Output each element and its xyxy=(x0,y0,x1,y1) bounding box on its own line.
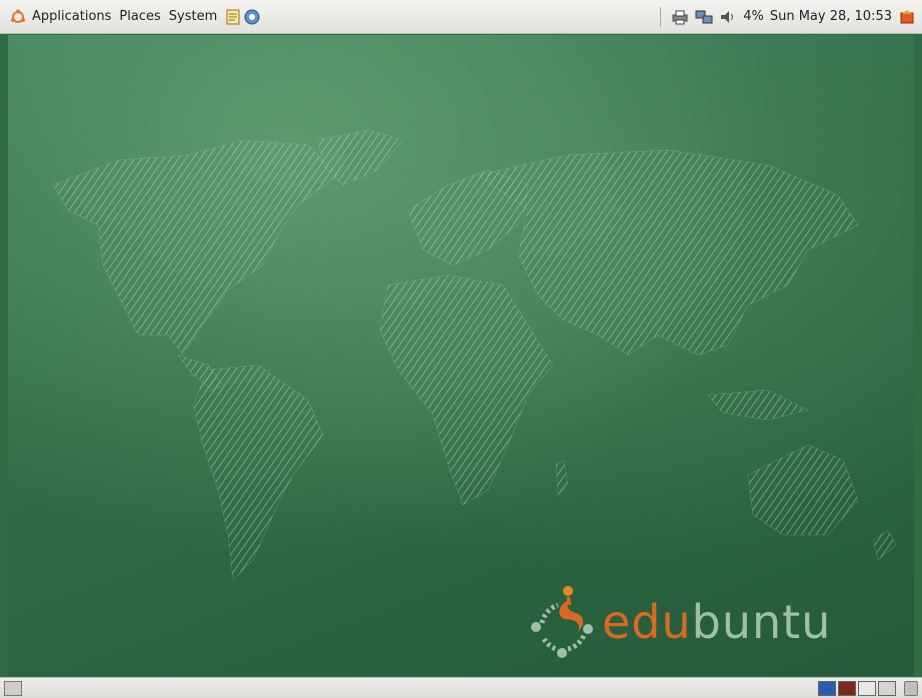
tray-separator xyxy=(660,6,662,27)
edubuntu-logo: edubuntu xyxy=(524,583,831,661)
edubuntu-circle-of-friends-icon xyxy=(531,586,593,658)
logo-text-edu: edu xyxy=(602,595,692,649)
workspace-2[interactable] xyxy=(838,680,856,696)
ubuntu-logo-icon xyxy=(11,9,25,23)
new-zealand-shape xyxy=(872,529,897,561)
madagascar-shape xyxy=(555,459,569,496)
applications-menu[interactable]: Applications xyxy=(32,9,111,24)
text-editor-icon[interactable] xyxy=(225,9,243,25)
workspace-switcher xyxy=(818,680,918,696)
africa-shape xyxy=(379,274,554,506)
bottom-panel xyxy=(0,677,922,698)
volume-icon[interactable] xyxy=(719,9,737,25)
network-icon[interactable] xyxy=(695,9,713,25)
world-map-chalk xyxy=(52,129,897,581)
asia-shape xyxy=(477,149,859,356)
indonesia-shape xyxy=(707,389,809,421)
places-menu[interactable]: Places xyxy=(119,9,160,24)
trash-icon[interactable] xyxy=(904,680,918,696)
logo-text-buntu: buntu xyxy=(691,595,832,649)
workspace-3[interactable] xyxy=(858,680,876,696)
south-america-shape xyxy=(192,364,324,581)
system-tray: 4% Sun May 28, 10:53 xyxy=(660,6,916,27)
workspace-4[interactable] xyxy=(878,680,896,696)
top-panel: Applications Places System 4% Sun May 28… xyxy=(0,0,922,34)
show-desktop-icon[interactable] xyxy=(4,680,22,696)
printer-icon[interactable] xyxy=(671,9,689,25)
system-menu[interactable]: System xyxy=(169,9,217,24)
north-america-shape xyxy=(52,139,339,356)
australia-shape xyxy=(747,444,859,536)
volume-level: 4% xyxy=(743,9,764,24)
workspace-1[interactable] xyxy=(818,680,836,696)
clock[interactable]: Sun May 28, 10:53 xyxy=(770,9,892,24)
desktop-wallpaper: edubuntu xyxy=(8,35,914,676)
help-icon[interactable] xyxy=(243,9,261,25)
logout-icon[interactable] xyxy=(898,9,916,25)
